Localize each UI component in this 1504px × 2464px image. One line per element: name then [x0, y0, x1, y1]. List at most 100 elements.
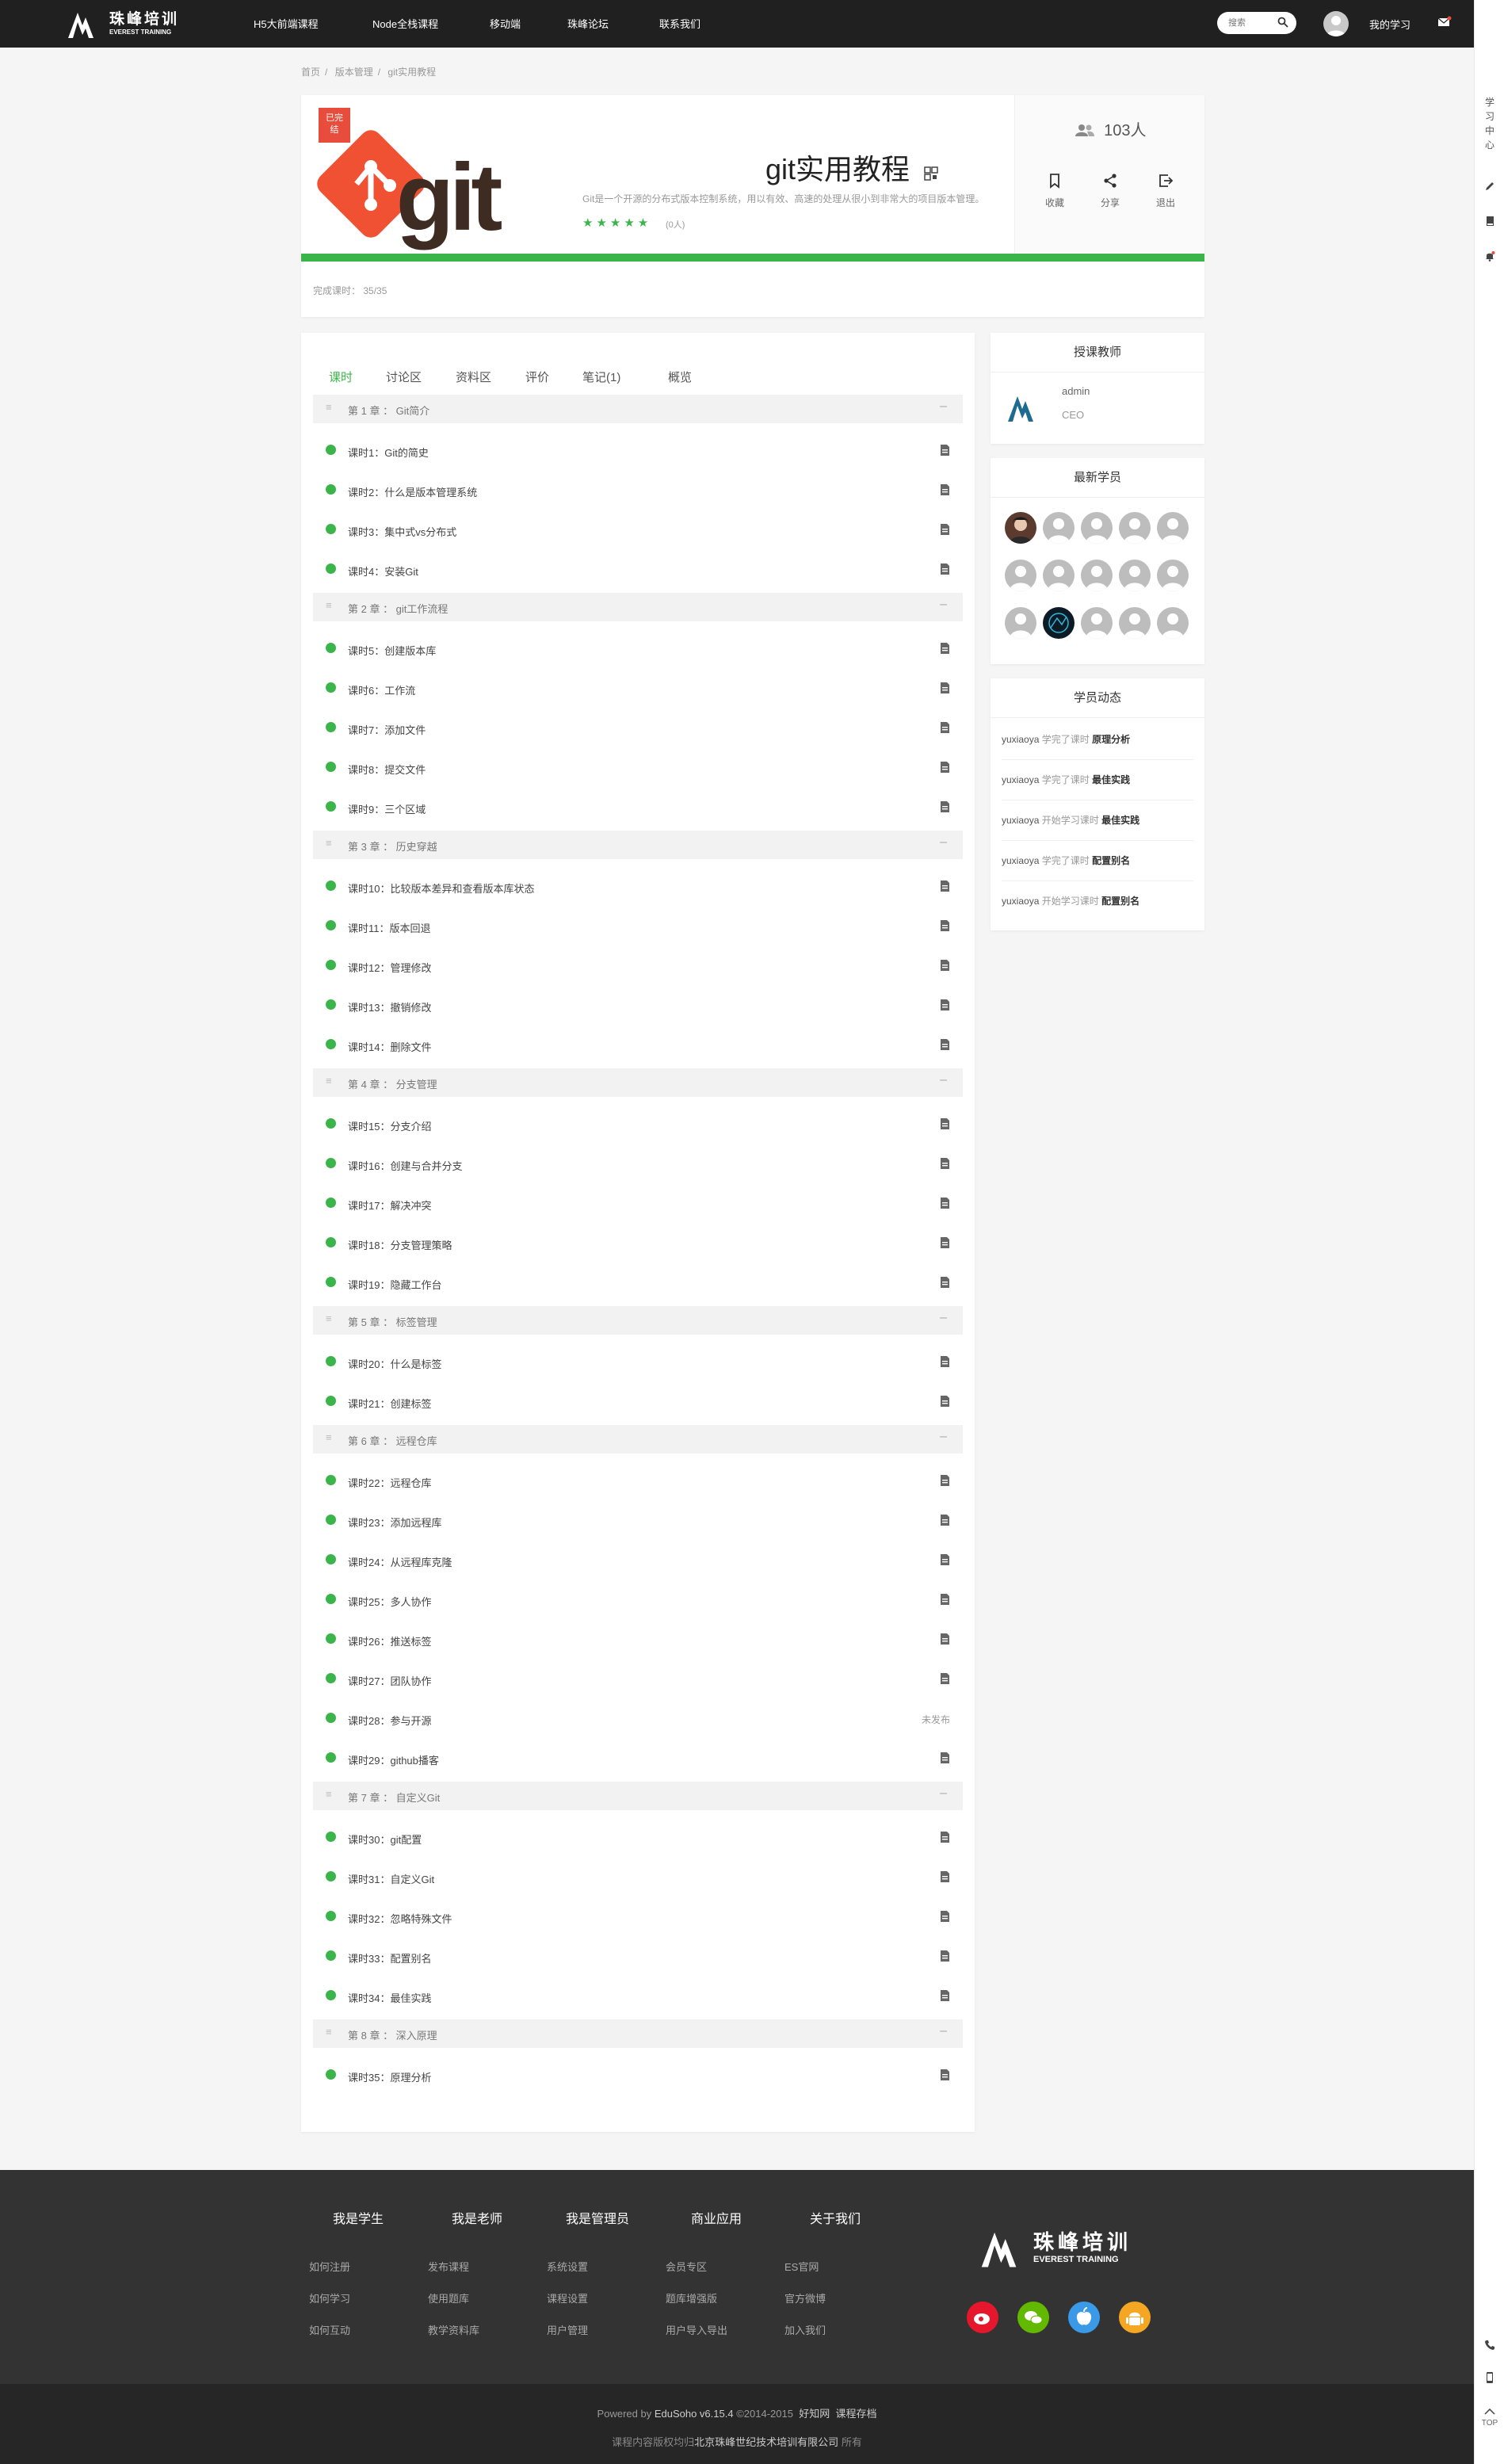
footer-link[interactable]: 题库增强版 — [666, 2290, 717, 2305]
lesson-item[interactable]: 课时8：提交文件 — [313, 751, 963, 783]
nav-mobile[interactable]: 移动端 — [490, 16, 521, 31]
lesson-item[interactable]: 课时12：管理修改 — [313, 949, 963, 981]
footer-link[interactable]: 用户导入导出 — [666, 2322, 727, 2337]
lesson-item[interactable]: 课时2：什么是版本管理系统 — [313, 474, 963, 506]
lesson-item[interactable]: 课时33：配置别名 — [313, 1940, 963, 1972]
powered-link-haozhi[interactable]: 好知网 — [799, 2408, 830, 2420]
chapter-collapse-icon[interactable]: – — [940, 598, 947, 612]
note-button[interactable] — [1475, 181, 1504, 196]
chapter-header[interactable]: ≡ 第 8 章 ： 深入原理 – — [313, 2019, 963, 2048]
copyright-company[interactable]: 北京珠峰世纪技术培训有限公司 — [694, 2436, 838, 2448]
activity-user[interactable]: yuxiaoya — [1002, 734, 1039, 745]
student-avatar[interactable] — [1157, 512, 1189, 544]
chapter-header[interactable]: ≡ 第 1 章 ： Git简介 – — [313, 395, 963, 423]
activity-user[interactable]: yuxiaoya — [1002, 774, 1039, 785]
lesson-item[interactable]: 课时10：比较版本差异和查看版本库状态 — [313, 870, 963, 902]
lesson-item[interactable]: 课时16：创建与合并分支 — [313, 1148, 963, 1179]
share-button[interactable]: 分享 — [1086, 173, 1134, 209]
teacher-avatar[interactable] — [1005, 390, 1040, 425]
footer-link[interactable]: 官方微博 — [784, 2290, 826, 2305]
breadcrumb-category[interactable]: 版本管理 — [335, 67, 373, 78]
activity-user[interactable]: yuxiaoya — [1002, 815, 1039, 826]
student-avatar[interactable] — [1081, 512, 1113, 544]
search-icon[interactable] — [1277, 17, 1288, 28]
powered-link-archive[interactable]: 课程存档 — [835, 2408, 876, 2420]
exit-course-button[interactable]: 退出 — [1142, 173, 1189, 209]
activity-lesson[interactable]: 原理分析 — [1092, 734, 1130, 745]
student-avatar[interactable] — [1005, 607, 1036, 639]
activity-lesson[interactable]: 配置别名 — [1101, 896, 1139, 907]
chapter-header[interactable]: ≡ 第 6 章 ： 远程仓库 – — [313, 1425, 963, 1454]
chapter-collapse-icon[interactable]: – — [940, 835, 947, 850]
powered-product[interactable]: EduSoho v6.15.4 — [655, 2408, 734, 2420]
chapter-collapse-icon[interactable]: – — [940, 1430, 947, 1444]
chapter-header[interactable]: ≡ 第 2 章 ： git工作流程 – — [313, 593, 963, 621]
footer-link[interactable]: 课程设置 — [547, 2290, 588, 2305]
site-logo[interactable]: 珠峰培训 EVEREST TRAINING — [67, 6, 179, 41]
lesson-item[interactable]: 课时5：创建版本库 — [313, 632, 963, 664]
footer-link[interactable]: 教学资料库 — [428, 2322, 479, 2337]
footer-link[interactable]: 加入我们 — [784, 2322, 826, 2337]
book-button[interactable] — [1475, 216, 1504, 231]
footer-link[interactable]: 如何学习 — [309, 2290, 350, 2305]
phone-button[interactable] — [1475, 2340, 1504, 2355]
activity-user[interactable]: yuxiaoya — [1002, 896, 1039, 907]
tab-discussion[interactable]: 讨论区 — [386, 369, 422, 385]
student-avatar[interactable] — [1081, 560, 1113, 591]
student-avatar[interactable] — [1043, 512, 1075, 544]
lesson-item[interactable]: 课时28：参与开源 未发布 — [313, 1702, 963, 1734]
chapter-header[interactable]: ≡ 第 3 章 ： 历史穿越 – — [313, 831, 963, 859]
lesson-item[interactable]: 课时32：忽略特殊文件 — [313, 1901, 963, 1932]
student-avatar[interactable] — [1119, 512, 1151, 544]
lesson-item[interactable]: 课时35：原理分析 — [313, 2059, 963, 2091]
activity-lesson[interactable]: 最佳实践 — [1101, 815, 1139, 826]
weibo-icon[interactable] — [967, 2302, 998, 2333]
footer-link[interactable]: 如何注册 — [309, 2259, 350, 2274]
chapter-header[interactable]: ≡ 第 7 章 ： 自定义Git – — [313, 1782, 963, 1810]
lesson-item[interactable]: 课时17：解决冲突 — [313, 1187, 963, 1219]
lesson-item[interactable]: 课时18：分支管理策略 — [313, 1227, 963, 1259]
wechat-icon[interactable] — [1017, 2302, 1049, 2333]
chapter-header[interactable]: ≡ 第 5 章 ： 标签管理 – — [313, 1306, 963, 1335]
tab-overview[interactable]: 概览 — [668, 369, 692, 385]
footer-link[interactable]: 如何互动 — [309, 2322, 350, 2337]
lesson-item[interactable]: 课时27：团队协作 — [313, 1663, 963, 1694]
apple-icon[interactable] — [1068, 2302, 1100, 2333]
lesson-item[interactable]: 课时11：版本回退 — [313, 910, 963, 942]
chapter-collapse-icon[interactable]: – — [940, 1311, 947, 1325]
qrcode-icon[interactable] — [924, 166, 938, 181]
footer-link[interactable]: 发布课程 — [428, 2259, 469, 2274]
footer-link[interactable]: 会员专区 — [666, 2259, 707, 2274]
chapter-collapse-icon[interactable]: – — [940, 1786, 947, 1801]
course-cover[interactable]: git — [317, 111, 547, 269]
nav-contact[interactable]: 联系我们 — [659, 16, 700, 31]
lesson-item[interactable]: 课时20：什么是标签 — [313, 1346, 963, 1377]
activity-lesson[interactable]: 最佳实践 — [1092, 774, 1130, 785]
my-learning-link[interactable]: 我的学习 — [1369, 17, 1410, 32]
tab-lessons[interactable]: 课时 — [329, 369, 353, 385]
lesson-item[interactable]: 课时25：多人协作 — [313, 1583, 963, 1615]
lesson-item[interactable]: 课时14：删除文件 — [313, 1029, 963, 1060]
search-input[interactable] — [1227, 12, 1279, 34]
tab-notes[interactable]: 笔记(1) — [582, 369, 620, 385]
learning-center-button[interactable]: 学习中心 — [1475, 95, 1504, 152]
nav-node-course[interactable]: Node全栈课程 — [372, 16, 438, 31]
student-avatar[interactable] — [1043, 560, 1075, 591]
teacher-name[interactable]: admin — [1062, 385, 1090, 397]
chapter-collapse-icon[interactable]: – — [940, 2024, 947, 2038]
activity-user[interactable]: yuxiaoya — [1002, 855, 1039, 866]
student-avatar[interactable] — [1081, 607, 1113, 639]
lesson-item[interactable]: 课时29：github播客 — [313, 1742, 963, 1774]
student-avatar[interactable] — [1119, 560, 1151, 591]
student-avatar[interactable] — [1005, 560, 1036, 591]
lesson-item[interactable]: 课时1：Git的简史 — [313, 434, 963, 466]
breadcrumb-home[interactable]: 首页 — [301, 67, 320, 78]
lesson-item[interactable]: 课时7：添加文件 — [313, 712, 963, 743]
lesson-item[interactable]: 课时31：自定义Git — [313, 1861, 963, 1893]
lesson-item[interactable]: 课时24：从远程库克隆 — [313, 1544, 963, 1576]
lesson-item[interactable]: 课时13：撤销修改 — [313, 989, 963, 1021]
android-icon[interactable] — [1119, 2302, 1151, 2333]
mail-icon[interactable] — [1437, 16, 1452, 29]
lesson-item[interactable]: 课时15：分支介绍 — [313, 1108, 963, 1140]
footer-link[interactable]: 使用题库 — [428, 2290, 469, 2305]
